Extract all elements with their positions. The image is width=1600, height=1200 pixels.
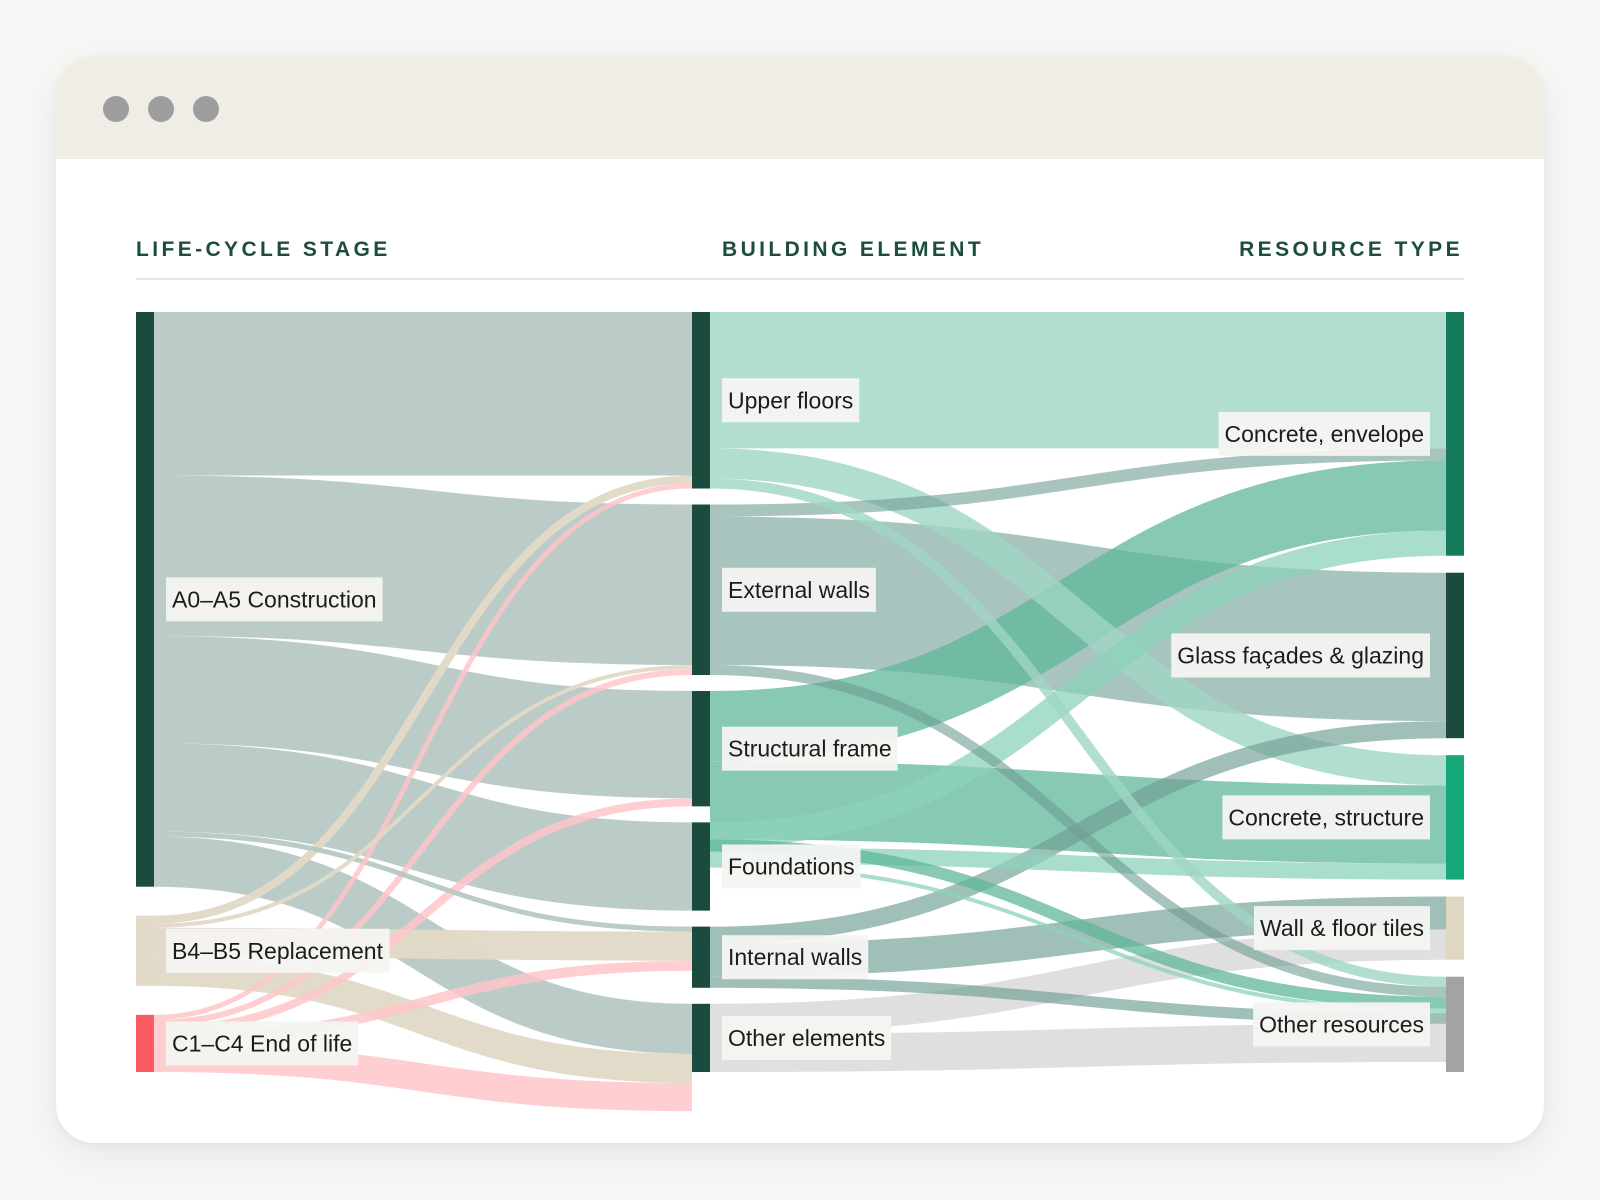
node-conc_env bbox=[1446, 312, 1464, 556]
node-c1c4 bbox=[136, 1014, 154, 1072]
node-label-c1c4: C1–C4 End of life bbox=[166, 1021, 359, 1066]
node-b4b5 bbox=[136, 915, 154, 986]
node-other bbox=[692, 1003, 710, 1072]
node-label-conc_str: Concrete, structure bbox=[1222, 795, 1430, 840]
column-header-resource: RESOURCE TYPE bbox=[1239, 238, 1463, 261]
node-label-b4b5: B4–B5 Replacement bbox=[166, 928, 390, 973]
node-glass bbox=[1446, 572, 1464, 739]
node-label-text-otherres: Other resources bbox=[1259, 1011, 1424, 1037]
node-label-text-intw: Internal walls bbox=[728, 944, 862, 970]
node-label-text-frame: Structural frame bbox=[728, 736, 892, 762]
node-upper bbox=[692, 312, 710, 489]
node-label-extw: External walls bbox=[722, 567, 876, 612]
node-label-text-other: Other elements bbox=[728, 1025, 885, 1051]
node-label-other: Other elements bbox=[722, 1015, 892, 1060]
node-label-text-upper: Upper floors bbox=[728, 387, 853, 413]
node-label-text-c1c4: C1–C4 End of life bbox=[172, 1030, 352, 1056]
node-label-a0a5: A0–A5 Construction bbox=[166, 577, 383, 622]
node-conc_str bbox=[1446, 755, 1464, 880]
node-extw bbox=[692, 504, 710, 676]
node-label-conc_env: Concrete, envelope bbox=[1218, 411, 1430, 456]
node-otherres bbox=[1446, 976, 1464, 1072]
node-a0a5 bbox=[136, 312, 154, 887]
node-label-upper: Upper floors bbox=[722, 378, 860, 423]
node-label-glass: Glass façades & glazing bbox=[1171, 633, 1430, 678]
node-label-tiles: Wall & floor tiles bbox=[1253, 906, 1430, 951]
column-header-element: BUILDING ELEMENT bbox=[722, 238, 984, 261]
node-label-text-found: Foundations bbox=[728, 853, 855, 879]
column-header-stage: LIFE-CYCLE STAGE bbox=[136, 238, 391, 261]
sankey-chart: LIFE-CYCLE STAGE BUILDING ELEMENT RESOUR… bbox=[136, 238, 1464, 1112]
node-label-text-extw: External walls bbox=[728, 577, 870, 603]
node-frame bbox=[692, 691, 710, 807]
node-label-found: Foundations bbox=[722, 844, 861, 889]
node-label-text-b4b5: B4–B5 Replacement bbox=[172, 938, 384, 964]
node-label-otherres: Other resources bbox=[1253, 1002, 1430, 1047]
node-label-text-a0a5: A0–A5 Construction bbox=[172, 586, 377, 612]
node-label-text-conc_str: Concrete, structure bbox=[1228, 804, 1424, 830]
node-label-text-tiles: Wall & floor tiles bbox=[1260, 915, 1424, 941]
node-label-frame: Structural frame bbox=[722, 726, 898, 771]
node-found bbox=[692, 822, 710, 911]
node-label-text-glass: Glass façades & glazing bbox=[1177, 642, 1424, 668]
node-tiles bbox=[1446, 896, 1464, 960]
node-label-intw: Internal walls bbox=[722, 935, 869, 980]
node-label-text-conc_env: Concrete, envelope bbox=[1225, 421, 1424, 447]
node-intw bbox=[692, 926, 710, 988]
